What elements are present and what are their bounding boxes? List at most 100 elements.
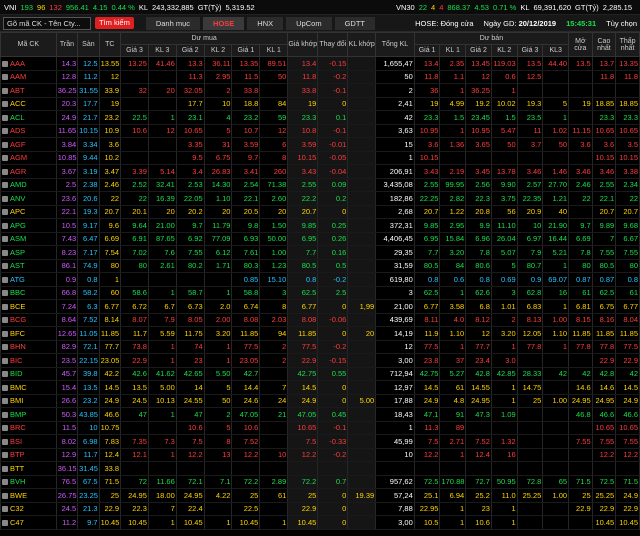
table-row[interactable]: BIC 23.5 22.15 23.05 22.9 1 23 1 23.05 2 22.9 -0.15… <box>0 353 640 368</box>
symbol-cell[interactable]: BTT <box>0 461 57 476</box>
watch-toggle-icon[interactable] <box>2 438 8 445</box>
symbol-cell[interactable]: BWE <box>0 488 57 503</box>
table-row[interactable]: ADS 11.65 10.15 10.9 10.6 12 10.65 5 10.7 12 10.8-… <box>0 124 640 138</box>
symbol-cell[interactable]: BVH <box>0 475 57 489</box>
tab-2[interactable]: HNX <box>247 16 284 30</box>
symbol-select[interactable]: Gõ mã CK - Tên Cty... <box>3 16 91 30</box>
table-row[interactable]: ACC 20.3 17.7 19 17.7 10 18.8 84 19 0 2,41 19 4.99 19… <box>0 97 640 111</box>
symbol-cell[interactable]: AGM <box>0 151 57 165</box>
watch-toggle-icon[interactable] <box>2 465 8 472</box>
watch-toggle-icon[interactable] <box>2 74 8 81</box>
watch-toggle-icon[interactable] <box>2 492 8 499</box>
symbol-cell[interactable]: BID <box>0 367 57 381</box>
table-row[interactable]: APC 22.1 19.3 20.7 20.1 20 20.2 20 20.5 20 20.7 0 2,… <box>0 205 640 219</box>
table-row[interactable]: BSI 8.02 6.98 7.83 7.35 7.3 7.5 8 7.52 7.5 -0.33 45… <box>0 434 640 449</box>
watch-toggle-icon[interactable] <box>2 411 8 418</box>
symbol-cell[interactable]: BFC <box>0 326 57 341</box>
table-row[interactable]: BHN 82.9 72.1 77.7 73.8 1 74 1 77.5 2 77.5 -0.2 12 77… <box>0 340 640 354</box>
table-row[interactable]: ATG 0.9 0.8 1 0.85 15.10 0.8 -0.2 619,80 0.8 0.6 0.… <box>0 272 640 287</box>
table-row[interactable]: AST 86.1 74.9 80 80 2.61 80.2 1.71 80.3 1.23 80.5 0… <box>0 259 640 273</box>
symbol-cell[interactable]: APG <box>0 218 57 233</box>
symbol-cell[interactable]: BMI <box>0 394 57 408</box>
symbol-cell[interactable]: AGR <box>0 164 57 179</box>
table-row[interactable]: BRC 11.5 10 10.75 10.6 5 10.6 10.65 -0.1 1 11.3 89 1… <box>0 421 640 435</box>
table-row[interactable]: BCG 8.64 7.52 8.14 8.07 7.9 8.05 2.00 8.08 2.03 8.… <box>0 313 640 327</box>
watch-toggle-icon[interactable] <box>2 195 8 202</box>
table-row[interactable]: BCE 7.24 6.3 6.77 6.72 6.7 6.73 2.0 6.74 8 6.77 0 1,… <box>0 299 640 314</box>
symbol-cell[interactable]: BHN <box>0 340 57 354</box>
table-row[interactable]: AMD 2.5 2.38 2.46 2.52 32.41 2.53 14.30 2.54 71.3… <box>0 178 640 192</box>
table-row[interactable]: BVH 76.5 67.5 71.5 72 11.66 72.1 7.1 72.2 2.89 72.… <box>0 475 640 489</box>
watch-toggle-icon[interactable] <box>2 303 8 310</box>
symbol-cell[interactable]: AMD <box>0 178 57 192</box>
symbol-cell[interactable]: AAM <box>0 70 57 84</box>
watch-toggle-icon[interactable] <box>2 60 8 67</box>
watch-toggle-icon[interactable] <box>2 141 8 148</box>
symbol-cell[interactable]: ABT <box>0 83 57 98</box>
watch-toggle-icon[interactable] <box>2 263 8 270</box>
tab-4[interactable]: GDTT <box>334 16 375 30</box>
watch-toggle-icon[interactable] <box>2 317 8 324</box>
symbol-cell[interactable]: AST <box>0 259 57 273</box>
watch-toggle-icon[interactable] <box>2 452 8 459</box>
table-row[interactable]: BTP 12.9 11.7 12.4 12.1 1 12.2 13 12.2 10 12.2 -0.2… <box>0 448 640 462</box>
table-row[interactable]: BMP 50.3 43.85 46.6 47 1 47 2 47.05 21 47.05 0.45 18… <box>0 407 640 422</box>
table-row[interactable]: ABT 36.25 31.55 33.9 32 20 32.05 2 33.8 33.8 -0.1 2… <box>0 83 640 98</box>
watch-toggle-icon[interactable] <box>2 236 8 243</box>
watch-toggle-icon[interactable] <box>2 249 8 256</box>
table-row[interactable]: C47 11.2 9.7 10.45 10.45 1 10.45 1 10.45 1 10.45 0 3… <box>0 515 640 530</box>
watch-toggle-icon[interactable] <box>2 519 8 526</box>
table-row[interactable]: AAA 14.3 12.5 13.55 13.25 41.46 13.3 36.11 13.35… <box>0 56 640 71</box>
table-row[interactable]: AGR 3.67 3.19 3.47 3.39 5.14 3.4 26.83 3.41 260 3.… <box>0 164 640 179</box>
watch-toggle-icon[interactable] <box>2 425 8 432</box>
symbol-cell[interactable]: BTP <box>0 448 57 462</box>
table-row[interactable]: BFC 12.65 11.05 11.85 11.7 5.59 11.75 3.20 11.85… <box>0 326 640 341</box>
table-row[interactable]: C32 24.5 21.3 22.9 22.3 7 22.4 22.5 22.9 0 7,88 22.… <box>0 502 640 516</box>
watch-toggle-icon[interactable] <box>2 114 8 121</box>
options-button[interactable]: Tùy chọn <box>606 19 637 28</box>
table-row[interactable]: BMI 26.6 23.2 24.9 24.5 10.13 24.55 50 24.6 24 24.… <box>0 394 640 408</box>
watch-toggle-icon[interactable] <box>2 330 8 337</box>
tab-0[interactable]: Danh mục <box>145 16 201 30</box>
table-row[interactable]: BMC 15.4 13.5 14.5 13.5 5.00 14 5 14.4 7 14.5 0 12,9… <box>0 380 640 395</box>
th-symbol[interactable]: Mã CK <box>0 32 57 57</box>
watch-toggle-icon[interactable] <box>2 182 8 189</box>
symbol-cell[interactable]: ACL <box>0 110 57 125</box>
watch-toggle-icon[interactable] <box>2 101 8 108</box>
search-button[interactable]: Tìm kiếm <box>95 17 134 29</box>
watch-toggle-icon[interactable] <box>2 155 8 162</box>
watch-toggle-icon[interactable] <box>2 209 8 216</box>
table-row[interactable]: ASP 8.23 7.17 7.54 7.02 7.6 7.55 6.12 7.61 1.00 7.… <box>0 245 640 260</box>
symbol-cell[interactable]: BMC <box>0 380 57 395</box>
table-row[interactable]: BBC 66.8 58.2 60 58.6 1 58.7 1 58.8 3 62.5 2.5 3 62.5… <box>0 286 640 300</box>
watch-toggle-icon[interactable] <box>2 222 8 229</box>
table-row[interactable]: ACL 24.9 21.7 23.2 22.5 1 23.1 4 23.2 59 23.3 0.1 42… <box>0 110 640 125</box>
symbol-cell[interactable]: ADS <box>0 124 57 138</box>
symbol-cell[interactable]: ASP <box>0 245 57 260</box>
watch-toggle-icon[interactable] <box>2 168 8 175</box>
table-row[interactable]: BTT 36.15 31.45 33.8 <box>0 461 640 476</box>
symbol-cell[interactable]: ACC <box>0 97 57 111</box>
symbol-cell[interactable]: ASM <box>0 232 57 246</box>
symbol-cell[interactable]: AGF <box>0 137 57 152</box>
symbol-cell[interactable]: AAA <box>0 56 57 71</box>
watch-toggle-icon[interactable] <box>2 371 8 378</box>
symbol-cell[interactable]: BSI <box>0 434 57 449</box>
watch-toggle-icon[interactable] <box>2 398 8 405</box>
symbol-cell[interactable]: BIC <box>0 353 57 368</box>
watch-toggle-icon[interactable] <box>2 290 8 297</box>
watch-toggle-icon[interactable] <box>2 384 8 391</box>
symbol-cell[interactable]: C32 <box>0 502 57 516</box>
symbol-cell[interactable]: BBC <box>0 286 57 300</box>
tab-3[interactable]: UpCom <box>286 16 332 30</box>
watch-toggle-icon[interactable] <box>2 357 8 364</box>
table-row[interactable]: ASM 7.43 6.47 6.69 6.91 87.65 6.92 77.09 6.93 50.… <box>0 232 640 246</box>
symbol-cell[interactable]: BCE <box>0 299 57 314</box>
symbol-cell[interactable]: BCG <box>0 313 57 327</box>
watch-toggle-icon[interactable] <box>2 344 8 351</box>
symbol-cell[interactable]: APC <box>0 205 57 219</box>
table-row[interactable]: AGM 10.85 9.44 10.2 9.5 6.75 9.7 8 10.15 -0.05 1 10… <box>0 151 640 165</box>
symbol-cell[interactable]: ANV <box>0 191 57 206</box>
watch-toggle-icon[interactable] <box>2 479 8 486</box>
symbol-cell[interactable]: ATG <box>0 272 57 287</box>
